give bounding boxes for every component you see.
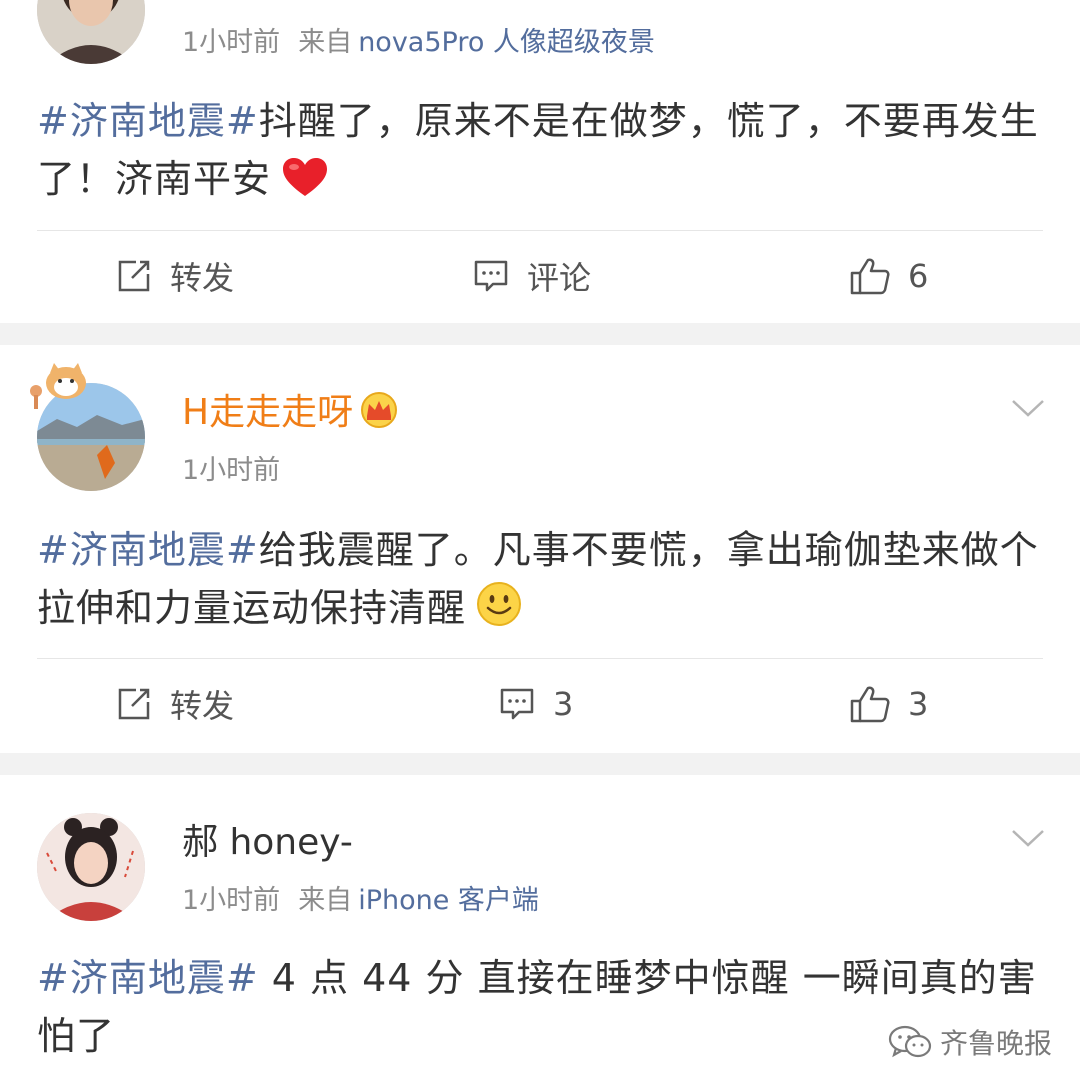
- like-button[interactable]: 6: [850, 254, 928, 298]
- comment-label: 评论: [527, 259, 592, 297]
- post-time: 1小时前: [182, 455, 281, 486]
- comment-button[interactable]: 3: [499, 682, 573, 726]
- avatar[interactable]: [37, 813, 145, 921]
- comment-button[interactable]: 评论: [473, 254, 591, 298]
- post-time: 1小时前: [182, 885, 281, 916]
- crown-badge-icon: [359, 392, 399, 439]
- avatar-image-icon: [37, 0, 145, 64]
- wechat-icon: [888, 1025, 932, 1058]
- post-content: #济南地震#抖醒了，原来不是在做梦，慌了，不要再发生了！济南平安: [37, 92, 1047, 214]
- watermark: 齐鲁晚报: [888, 1022, 1052, 1062]
- comment-count: 3: [553, 685, 574, 723]
- topic-link[interactable]: #济南地震#: [37, 99, 259, 143]
- comment-icon: [474, 260, 508, 292]
- like-count: 6: [908, 257, 929, 295]
- repost-label: 转发: [170, 259, 235, 297]
- watermark-text: 齐鲁晚报: [940, 1027, 1053, 1060]
- repost-label: 转发: [170, 687, 235, 725]
- user-name-text: 郝 honey-: [182, 822, 353, 863]
- topic-link[interactable]: #济南地震#: [37, 528, 259, 572]
- user-name-text: H走走走呀: [182, 392, 354, 433]
- smile-icon: [476, 581, 522, 643]
- like-button[interactable]: 3: [850, 682, 928, 726]
- post-card-2: H走走走呀 1小时前 #济南地震#给我震醒了。凡事不要慌，拿出瑜伽垫来做个拉伸和…: [0, 345, 1080, 753]
- divider: [37, 658, 1043, 659]
- user-name[interactable]: 郝 honey-: [182, 821, 353, 865]
- source-link[interactable]: iPhone 客户端: [358, 885, 539, 916]
- post-time: 1小时前: [182, 27, 281, 58]
- like-thumb-icon: [850, 258, 890, 295]
- repost-button[interactable]: 转发: [116, 682, 234, 726]
- user-name[interactable]: H走走走呀: [182, 391, 399, 439]
- like-thumb-icon: [850, 686, 890, 723]
- chevron-down-icon[interactable]: [1010, 827, 1046, 851]
- post-card-1: 1小时前 来自 nova5Pro 人像超级夜景 #济南地震#抖醒了，原来不是在做梦，…: [0, 0, 1080, 323]
- chevron-down-icon[interactable]: [1010, 397, 1046, 421]
- source-prefix: 来自: [298, 27, 353, 58]
- post-separator: [0, 753, 1080, 775]
- like-count: 3: [908, 685, 929, 723]
- avatar-image-icon: [37, 813, 145, 921]
- topic-link[interactable]: #济南地震#: [37, 956, 259, 1000]
- comment-icon: [500, 688, 534, 720]
- source-link[interactable]: nova5Pro 人像超级夜景: [358, 27, 655, 58]
- repost-icon: [118, 688, 150, 720]
- post-meta: 1小时前 来自 iPhone 客户端: [182, 884, 539, 918]
- avatar-pendant-icon: [26, 361, 90, 413]
- post-separator: [0, 323, 1080, 345]
- source-prefix: 来自: [298, 885, 353, 916]
- post-meta: 1小时前: [182, 454, 280, 488]
- repost-icon: [118, 260, 150, 292]
- post-meta: 1小时前 来自 nova5Pro 人像超级夜景: [182, 26, 655, 60]
- divider: [37, 230, 1043, 231]
- post-content: #济南地震#给我震醒了。凡事不要慌，拿出瑜伽垫来做个拉伸和力量运动保持清醒: [37, 521, 1047, 643]
- repost-button[interactable]: 转发: [116, 254, 234, 298]
- heart-icon: [281, 156, 329, 214]
- avatar[interactable]: [37, 0, 145, 64]
